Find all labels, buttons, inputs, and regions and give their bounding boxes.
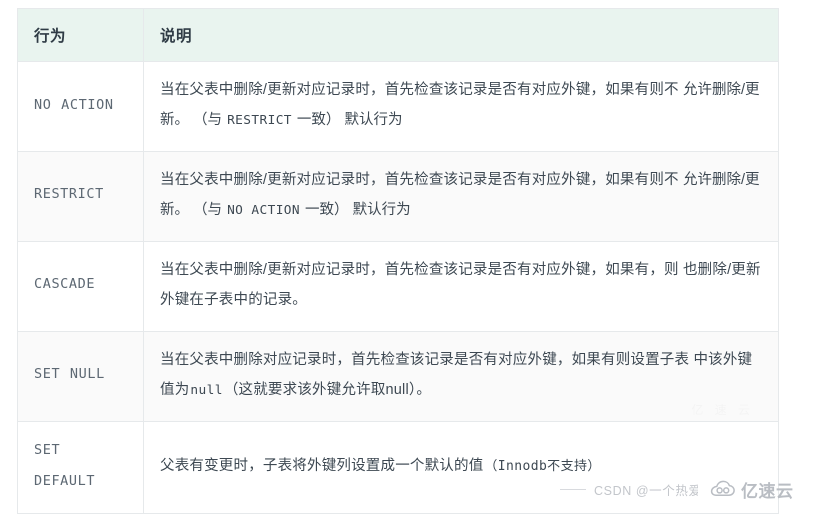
inline-code-restrict: RESTRICT bbox=[227, 113, 292, 129]
cell-action-restrict: RESTRICT bbox=[17, 150, 144, 242]
yisuyun-logo: 亿速云 bbox=[710, 477, 794, 502]
csdn-watermark-text: CSDN @一个热爱 bbox=[594, 483, 698, 498]
table-row: RESTRICT 当在父表中删除/更新对应记录时，首先检查该记录是否有对应外键，… bbox=[17, 150, 779, 242]
description-line-1: 当在父表中删除/更新对应记录时，首先检查该记录是否有对应外键，如果有则不 bbox=[160, 82, 679, 98]
table-row: SET NULL 当在父表中删除对应记录时，首先检查该记录是否有对应外键，如果有… bbox=[17, 330, 779, 422]
inline-code-null: null bbox=[190, 383, 223, 399]
description-line-2-suffix: 一致） 默认行为 bbox=[301, 202, 411, 219]
table-header: 行为 说明 bbox=[17, 8, 779, 62]
cell-action-set-default: SET DEFAULT bbox=[17, 420, 144, 514]
table-header-row: 行为 说明 bbox=[17, 8, 779, 62]
cell-action-set-null: SET NULL bbox=[17, 330, 144, 422]
cell-action-cascade: CASCADE bbox=[17, 240, 144, 332]
description-line-2-suffix: （这就要求该外键允许取null）。 bbox=[223, 382, 432, 399]
foreign-key-actions-table: 行为 说明 NO ACTION 当在父表中删除/更新对应记录时，首先检查该记录是… bbox=[17, 8, 779, 514]
cell-action-no-action: NO ACTION bbox=[17, 61, 144, 152]
cell-description-no-action: 当在父表中删除/更新对应记录时，首先检查该记录是否有对应外键，如果有则不 允许删… bbox=[143, 61, 779, 152]
cloud-icon bbox=[710, 480, 736, 498]
cell-description-cascade: 当在父表中删除/更新对应记录时，首先检查该记录是否有对应外键，如果有，则 也删除… bbox=[143, 240, 779, 332]
table-row: NO ACTION 当在父表中删除/更新对应记录时，首先检查该记录是否有对应外键… bbox=[17, 61, 779, 152]
description-line-1: 当在父表中删除/更新对应记录时，首先检查该记录是否有对应外键，如果有则不 bbox=[160, 171, 679, 188]
reference-table-container: 行为 说明 NO ACTION 当在父表中删除/更新对应记录时，首先检查该记录是… bbox=[17, 8, 779, 514]
description-line-1: 当在父表中删除对应记录时，首先检查该记录是否有对应外键，如果有则设置子表 bbox=[160, 351, 690, 368]
table-row: CASCADE 当在父表中删除/更新对应记录时，首先检查该记录是否有对应外键，如… bbox=[17, 240, 779, 332]
column-header-description: 说明 bbox=[143, 8, 779, 62]
watermark-divider bbox=[560, 488, 586, 490]
column-header-action: 行为 bbox=[17, 8, 144, 62]
description-line-1: 当在父表中删除/更新对应记录时，首先检查该记录是否有对应外键，如果有，则 bbox=[160, 261, 679, 278]
cell-description-restrict: 当在父表中删除/更新对应记录时，首先检查该记录是否有对应外键，如果有则不 允许删… bbox=[143, 150, 779, 242]
cell-description-set-null: 当在父表中删除对应记录时，首先检查该记录是否有对应外键，如果有则设置子表 中该外… bbox=[143, 330, 779, 422]
description-line-2-suffix: （Innodb不支持） bbox=[484, 458, 601, 474]
table-body: NO ACTION 当在父表中删除/更新对应记录时，首先检查该记录是否有对应外键… bbox=[17, 61, 779, 514]
brand-label: 亿速云 bbox=[741, 481, 794, 501]
description-line-2-suffix: 一致） 默认行为 bbox=[292, 112, 403, 129]
description-line-1: 父表有变更时，子表将外键列设置成一个默认的值 bbox=[160, 457, 484, 474]
watermark-strip: CSDN @一个热爱 亿速云 bbox=[560, 476, 808, 502]
inline-code-no-action: NO ACTION bbox=[227, 203, 301, 219]
